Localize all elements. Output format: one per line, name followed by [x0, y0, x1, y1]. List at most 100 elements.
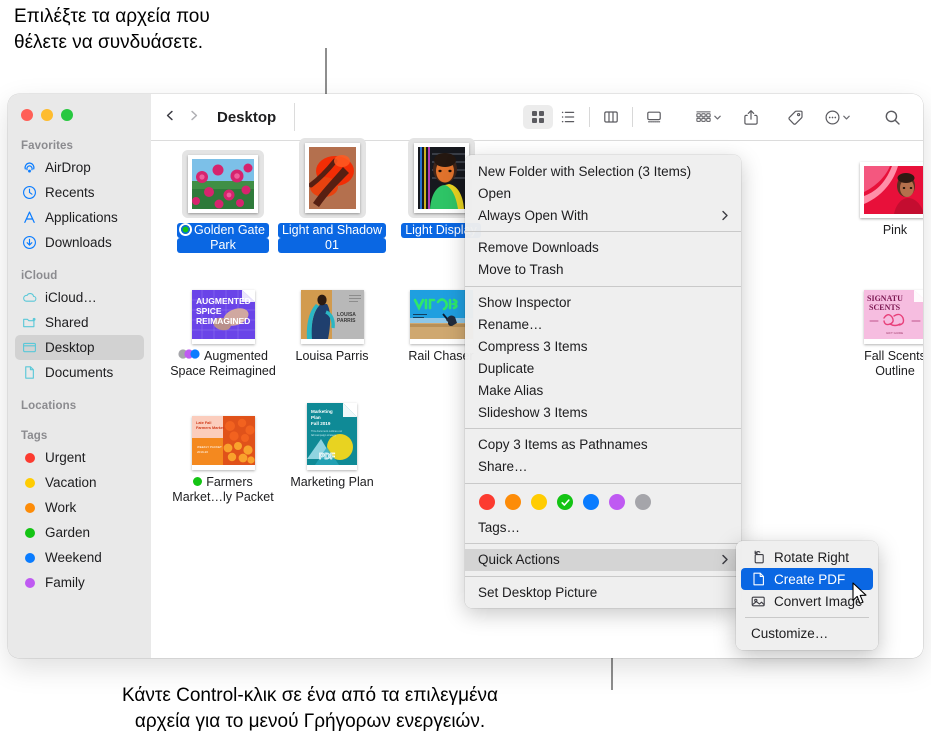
- gallery-view-button[interactable]: [639, 105, 669, 129]
- column-view-button[interactable]: [596, 105, 626, 129]
- share-button[interactable]: [736, 105, 766, 129]
- sidebar-item-downloads[interactable]: Downloads: [15, 230, 144, 255]
- file-item[interactable]: AUGMENTED SPICE REIMAGINED Augmented Spa…: [165, 266, 281, 380]
- icon-view-button[interactable]: [523, 105, 553, 129]
- menu-separator: [465, 575, 741, 576]
- menu-item-rename[interactable]: Rename…: [465, 313, 741, 335]
- sidebar-item-documents[interactable]: Documents: [15, 360, 144, 385]
- file-name-line: Golden Gate: [177, 223, 269, 238]
- submenu-item-customize[interactable]: Customize…: [741, 623, 873, 645]
- doc-louisa: LOUISA PARRIS: [300, 290, 364, 344]
- sidebar-item-tag-weekend[interactable]: Weekend: [15, 545, 144, 570]
- more-button[interactable]: [824, 105, 851, 129]
- menu-item-set-desktop-picture[interactable]: Set Desktop Picture: [465, 581, 741, 603]
- menu-item-always-open-with[interactable]: Always Open With: [465, 204, 741, 226]
- view-mode-group: [523, 105, 669, 129]
- tag-swatch-red[interactable]: [479, 494, 495, 510]
- svg-text:AUGMENTED: AUGMENTED: [196, 296, 251, 306]
- sidebar-item-recents[interactable]: Recents: [15, 180, 144, 205]
- menu-item-remove-downloads[interactable]: Remove Downloads: [465, 237, 741, 259]
- menu-item-quick-actions[interactable]: Quick Actions: [465, 548, 741, 571]
- sidebar-item-tag-vacation[interactable]: Vacation: [15, 470, 144, 495]
- svg-text:GIFT GUIDE: GIFT GUIDE: [886, 331, 903, 335]
- svg-text:REIMAGINED: REIMAGINED: [196, 316, 250, 326]
- tag-swatch-row: [465, 488, 741, 514]
- sidebar-item-tag-urgent[interactable]: Urgent: [15, 445, 144, 470]
- sidebar-item-airdrop[interactable]: AirDrop: [15, 155, 144, 180]
- minimize-button[interactable]: [41, 109, 53, 121]
- zoom-button[interactable]: [61, 109, 73, 121]
- group-by-button[interactable]: [695, 105, 722, 129]
- sidebar-item-label: iCloud…: [45, 290, 97, 305]
- svg-text:SCENTS: SCENTS: [869, 303, 901, 312]
- sidebar-section-tags: Tags: [21, 430, 48, 442]
- menu-item-make-alias[interactable]: Make Alias: [465, 379, 741, 401]
- submenu-item-rotate-right[interactable]: Rotate Right: [741, 546, 873, 568]
- tag-dot-icon: [21, 499, 38, 516]
- sidebar-item-label: Family: [45, 575, 85, 590]
- shared-folder-icon: [21, 314, 38, 331]
- file-thumbnail: SIGNATU SCENTS GIFT GUIDE: [837, 266, 923, 344]
- sidebar-item-label: Downloads: [45, 235, 112, 250]
- menu-item-show-inspector[interactable]: Show Inspector: [465, 291, 741, 313]
- sidebar-item-icloud-drive[interactable]: iCloud…: [15, 285, 144, 310]
- file-thumbnail: [837, 140, 923, 218]
- menu-item-slideshow[interactable]: Slideshow 3 Items: [465, 401, 741, 423]
- file-name-line: 01: [277, 238, 387, 253]
- menu-item-open[interactable]: Open: [465, 182, 741, 204]
- file-label: Louisa Parris: [292, 349, 373, 364]
- menu-item-share[interactable]: Share…: [465, 456, 741, 478]
- tag-button[interactable]: [780, 105, 810, 129]
- list-view-button[interactable]: [553, 105, 583, 129]
- file-item[interactable]: Pink: [837, 140, 923, 239]
- menu-item-new-folder-with-selection[interactable]: New Folder with Selection (3 Items): [465, 160, 741, 182]
- file-item[interactable]: LOUISA PARRIS Louisa Parris: [274, 266, 390, 365]
- menu-separator: [465, 285, 741, 286]
- tag-swatch-purple[interactable]: [609, 494, 625, 510]
- menu-item-move-to-trash[interactable]: Move to Trash: [465, 259, 741, 281]
- tag-swatch-yellow[interactable]: [531, 494, 547, 510]
- file-item[interactable]: Marketing Plan Fall 2019 This document o…: [274, 392, 390, 491]
- menu-item-copy-as-pathnames[interactable]: Copy 3 Items as Pathnames: [465, 434, 741, 456]
- menu-item-compress[interactable]: Compress 3 Items: [465, 335, 741, 357]
- file-item[interactable]: Late Fall Farmers Market WEEKLY PACKET 2…: [165, 392, 281, 506]
- sidebar-item-desktop[interactable]: Desktop: [15, 335, 144, 360]
- svg-text:Fall 2019: Fall 2019: [311, 421, 331, 426]
- tag-swatch-gray[interactable]: [635, 494, 651, 510]
- file-item[interactable]: SIGNATU SCENTS GIFT GUIDE Fall Scents Ou…: [837, 266, 923, 380]
- menu-item-tags[interactable]: Tags…: [465, 516, 741, 538]
- sidebar-item-label: Recents: [45, 185, 95, 200]
- sidebar-item-label: Shared: [45, 315, 89, 330]
- tag-swatch-green[interactable]: [557, 494, 573, 510]
- sidebar-item-label: Desktop: [45, 340, 95, 355]
- document-icon: [21, 364, 38, 381]
- svg-text:Farmers Market: Farmers Market: [196, 426, 225, 430]
- clock-icon: [21, 184, 38, 201]
- tag-dot-icon: [193, 477, 203, 487]
- file-thumbnail: Late Fall Farmers Market WEEKLY PACKET 2…: [165, 392, 281, 470]
- svg-text:2019-20: 2019-20: [197, 450, 208, 454]
- multi-tag-dots-icon: [178, 348, 200, 363]
- tag-swatch-blue[interactable]: [583, 494, 599, 510]
- close-button[interactable]: [21, 109, 33, 121]
- file-name-line: Fall Scents: [864, 349, 923, 363]
- svg-text:PARRIS: PARRIS: [337, 318, 356, 324]
- photo-redhand: [304, 143, 360, 213]
- doc-scents: SIGNATU SCENTS GIFT GUIDE: [863, 290, 923, 344]
- file-item[interactable]: Light and Shadow 01: [274, 138, 390, 254]
- sidebar-item-applications[interactable]: Applications: [15, 205, 144, 230]
- sidebar-item-shared[interactable]: Shared: [15, 310, 144, 335]
- menu-item-duplicate[interactable]: Duplicate: [465, 357, 741, 379]
- sidebar-section-locations: Locations: [21, 400, 77, 412]
- forward-button[interactable]: [188, 108, 199, 126]
- file-thumbnail: LOUISA PARRIS: [274, 266, 390, 344]
- tag-swatch-orange[interactable]: [505, 494, 521, 510]
- file-item[interactable]: Golden Gate Park: [165, 140, 281, 254]
- sidebar-item-tag-family[interactable]: Family: [15, 570, 144, 595]
- sidebar-item-tag-work[interactable]: Work: [15, 495, 144, 520]
- back-button[interactable]: [165, 108, 176, 126]
- search-button[interactable]: [877, 105, 907, 129]
- sidebar-item-tag-garden[interactable]: Garden: [15, 520, 144, 545]
- svg-text:Plan: Plan: [311, 415, 321, 420]
- sidebar-item-label: Documents: [45, 365, 114, 380]
